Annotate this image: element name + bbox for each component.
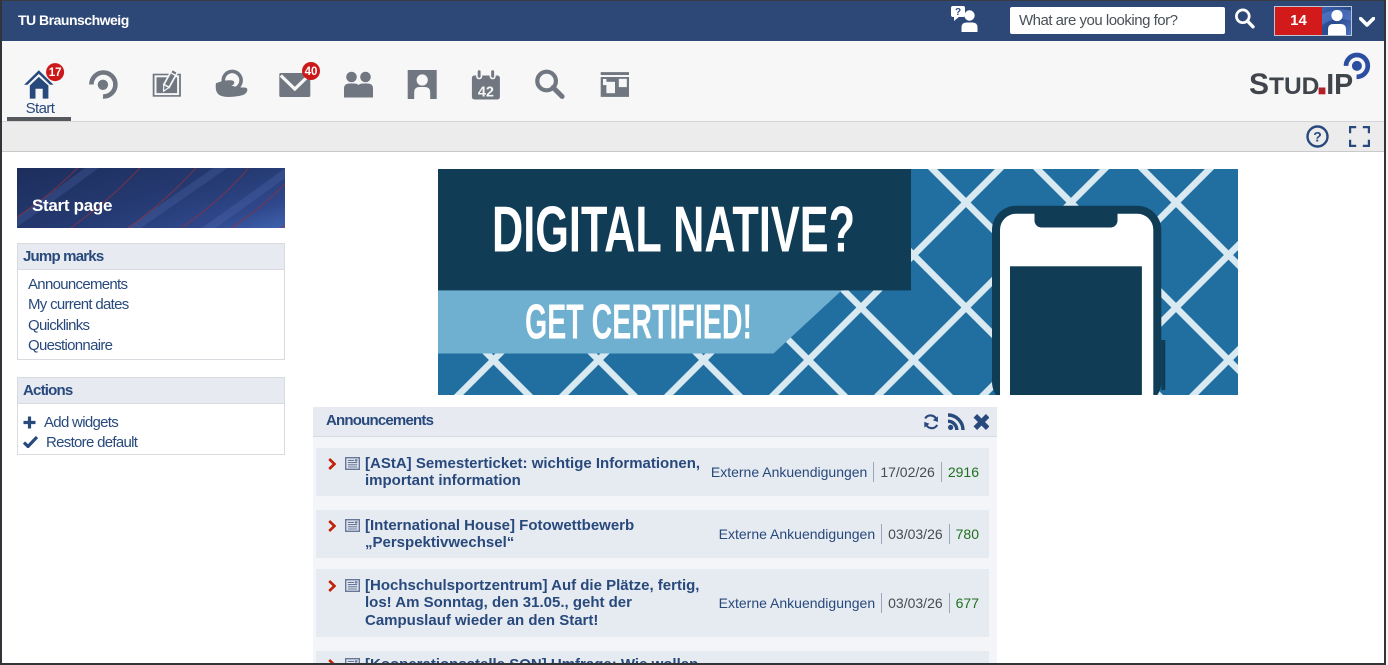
svg-text:GET CERTIFIED!: GET CERTIFIED! <box>525 295 752 349</box>
svg-text:?: ? <box>955 7 961 18</box>
svg-text:DIGITAL NATIVE?: DIGITAL NATIVE? <box>492 193 855 266</box>
svg-text:42: 42 <box>478 85 494 101</box>
svg-text:IP: IP <box>1326 69 1353 101</box>
svg-text:17: 17 <box>49 67 62 79</box>
svg-text:STUD: STUD <box>1249 68 1319 101</box>
svg-text:40: 40 <box>305 66 318 78</box>
svg-text:?: ? <box>1313 129 1322 145</box>
